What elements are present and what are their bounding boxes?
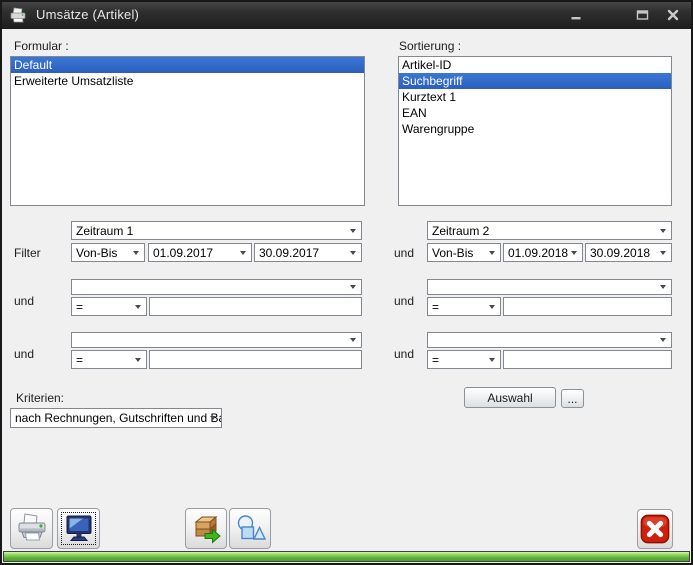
date-to-left-combo[interactable]: 30.09.2017 [254,243,362,262]
date-from-left-value: 01.09.2017 [153,246,213,260]
chevron-down-icon [240,251,246,255]
chevron-down-icon [350,285,356,289]
list-item-warengruppe[interactable]: Warengruppe [399,121,671,137]
umsaetze-dialog: Umsätze (Artikel) Formular : Default Erw… [0,0,693,565]
filter-field2-left-combo[interactable] [71,332,362,348]
sortierung-label: Sortierung : [399,39,461,53]
progress-bar [3,551,690,562]
filter-value1-left-input[interactable] [149,297,362,316]
printer-icon [16,513,48,545]
chevron-down-icon [350,251,356,255]
chevron-down-icon [135,358,141,362]
chevron-down-icon [660,285,666,289]
formular-listbox[interactable]: Default Erweiterte Umsatzliste [10,56,365,206]
list-item-suchbegriff[interactable]: Suchbegriff [399,73,671,89]
und-label: und [394,246,414,260]
date-to-left-value: 30.09.2017 [259,246,319,260]
shapes-icon [234,513,266,545]
operator2-right-value: = [432,353,439,367]
printer-icon [9,7,27,23]
und-label: und [394,347,414,361]
chevron-down-icon [571,251,577,255]
operator2-right-combo[interactable]: = [427,350,501,369]
close-x-icon [640,514,670,544]
range-mode-right-value: Von-Bis [432,246,473,260]
chevron-down-icon [660,229,666,233]
list-item-default[interactable]: Default [11,57,364,73]
operator2-left-combo[interactable]: = [71,350,147,369]
auswahl-button[interactable]: Auswahl [464,387,556,408]
filter-field1-right-combo[interactable] [427,279,672,295]
preview-button[interactable] [57,508,100,549]
date-to-right-combo[interactable]: 30.09.2018 [585,243,672,262]
list-item-ean[interactable]: EAN [399,105,671,121]
filter-value1-right-input[interactable] [503,297,672,316]
und-label: und [14,294,34,308]
chevron-down-icon [135,305,141,309]
chevron-down-icon [489,305,495,309]
filter-value2-left-input[interactable] [149,350,362,369]
range-mode-left-value: Von-Bis [76,246,117,260]
list-item-artikel-id[interactable]: Artikel-ID [399,57,671,73]
filter-value2-right-input[interactable] [503,350,672,369]
date-from-right-combo[interactable]: 01.09.2018 [503,243,583,262]
close-icon [667,9,679,21]
filter-label: Filter [14,246,41,260]
chevron-down-icon [133,251,139,255]
operator1-left-combo[interactable]: = [71,297,147,316]
export-button[interactable] [185,508,227,549]
operator2-left-value: = [76,353,83,367]
minimize-button[interactable] [566,6,586,24]
cancel-button[interactable] [637,509,673,549]
print-button[interactable] [10,508,53,549]
chevron-down-icon [489,358,495,362]
maximize-icon [636,9,649,21]
date-from-left-combo[interactable]: 01.09.2017 [148,243,252,262]
range-mode-right-combo[interactable]: Von-Bis [427,243,501,262]
filter-field2-right-combo[interactable] [427,332,672,348]
chevron-down-icon [350,338,356,342]
date-to-right-value: 30.09.2018 [590,246,650,260]
kriterien-label: Kriterien: [16,391,64,405]
sortierung-listbox[interactable]: Artikel-ID Suchbegriff Kurztext 1 EAN Wa… [398,56,672,206]
chevron-down-icon [660,251,666,255]
period2-value: Zeitraum 2 [432,224,489,238]
list-item-kurztext-1[interactable]: Kurztext 1 [399,89,671,105]
kriterien-value: nach Rechnungen, Gutschriften und Bar [15,411,222,425]
maximize-button[interactable] [632,6,652,24]
chevron-down-icon [210,416,216,420]
more-button[interactable]: ... [561,389,584,408]
operator1-right-value: = [432,300,439,314]
close-button[interactable] [663,6,683,24]
titlebar[interactable]: Umsätze (Artikel) [0,0,693,29]
chevron-down-icon [660,338,666,342]
monitor-icon [63,513,95,545]
chevron-down-icon [350,229,356,233]
und-label: und [394,294,414,308]
operator1-left-value: = [76,300,83,314]
list-item-erweiterte-umsatzliste[interactable]: Erweiterte Umsatzliste [11,73,364,89]
period2-combo[interactable]: Zeitraum 2 [427,221,672,240]
period1-value: Zeitraum 1 [76,224,133,238]
export-box-icon [190,513,222,545]
layout-objects-button[interactable] [229,508,271,549]
minimize-icon [570,9,582,21]
range-mode-left-combo[interactable]: Von-Bis [71,243,145,262]
formular-label: Formular : [14,39,69,53]
operator1-right-combo[interactable]: = [427,297,501,316]
kriterien-combo[interactable]: nach Rechnungen, Gutschriften und Bar [10,408,222,428]
date-from-right-value: 01.09.2018 [508,246,568,260]
window-title: Umsätze (Artikel) [36,7,139,22]
filter-field1-left-combo[interactable] [71,279,362,295]
chevron-down-icon [489,251,495,255]
period1-combo[interactable]: Zeitraum 1 [71,221,362,240]
und-label: und [14,347,34,361]
